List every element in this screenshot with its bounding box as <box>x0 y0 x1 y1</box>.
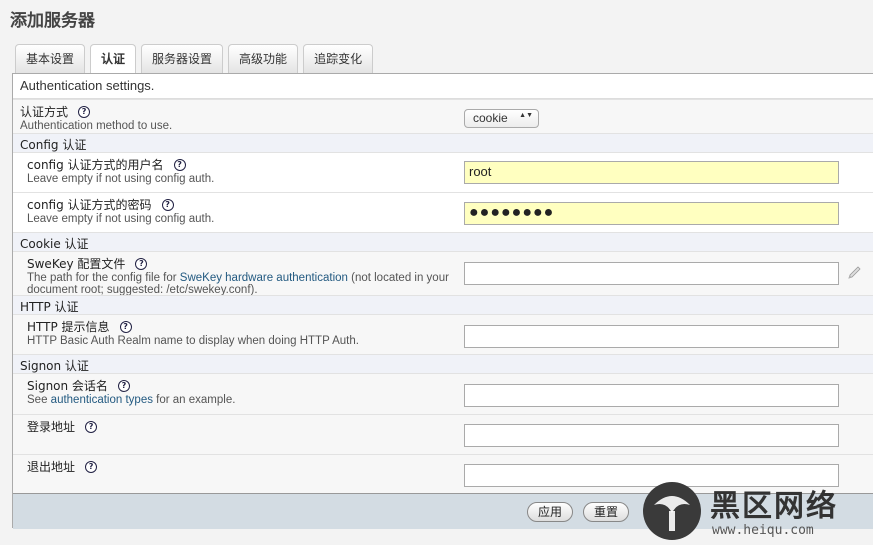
group-cookie: Cookie 认证 <box>13 232 873 251</box>
help-icon[interactable]: ? <box>78 105 91 118</box>
login-url-row: 登录地址? <box>13 414 873 454</box>
auth-type-title: 认证方式 <box>20 105 69 119</box>
swekey-input[interactable] <box>464 262 839 285</box>
signon-session-row: Signon 会话名? See authentication types for… <box>13 373 873 414</box>
logout-url-title: 退出地址 <box>27 460 76 474</box>
help-icon[interactable]: ? <box>173 158 186 171</box>
tab-bar: 基本设置 认证 服务器设置 高级功能 追踪变化 <box>15 44 378 74</box>
auth-type-row: 认证方式? Authentication method to use. cook… <box>13 99 873 133</box>
http-realm-title: HTTP 提示信息 <box>27 320 110 334</box>
config-user-input[interactable]: root <box>464 161 839 184</box>
panel-description: Authentication settings. <box>13 74 873 99</box>
tab-advanced[interactable]: 高级功能 <box>228 44 299 73</box>
group-http: HTTP 认证 <box>13 295 873 314</box>
watermark: 黑区网络 www.heiqu.com <box>640 477 873 545</box>
auth-type-value: cookie <box>473 111 508 125</box>
apply-button[interactable]: 应用 <box>527 502 574 522</box>
help-icon[interactable]: ? <box>85 460 98 473</box>
watermark-url: www.heiqu.com <box>712 523 814 538</box>
swekey-desc: The path for the config file for SweKey … <box>27 272 449 296</box>
help-icon[interactable]: ? <box>117 379 130 392</box>
help-icon[interactable]: ? <box>85 420 98 433</box>
config-password-row: config 认证方式的密码? Leave empty if not using… <box>13 192 873 234</box>
page-title: 添加服务器 <box>10 11 95 31</box>
login-url-title: 登录地址 <box>27 420 76 434</box>
auth-settings-panel: Authentication settings. 认证方式? Authentic… <box>12 73 873 529</box>
auth-type-select[interactable]: cookie ▲▼ <box>464 109 539 128</box>
swekey-link[interactable]: SweKey hardware authentication <box>180 272 348 284</box>
signon-session-desc: See authentication types for an example. <box>27 394 236 406</box>
pencil-icon[interactable] <box>846 264 864 282</box>
help-icon[interactable]: ? <box>161 198 174 211</box>
config-password-input[interactable]: ●●●●●●●● <box>464 202 839 225</box>
http-realm-row: HTTP 提示信息? HTTP Basic Auth Realm name to… <box>13 314 873 354</box>
signon-session-title: Signon 会话名 <box>27 379 108 393</box>
tab-basic-settings[interactable]: 基本设置 <box>15 44 86 73</box>
tab-server-settings[interactable]: 服务器设置 <box>141 44 224 73</box>
auth-types-link[interactable]: authentication types <box>51 394 153 406</box>
help-icon[interactable]: ? <box>135 257 148 270</box>
config-password-desc: Leave empty if not using config auth. <box>27 213 215 225</box>
watermark-text: 黑区网络 <box>710 489 838 524</box>
login-url-input[interactable] <box>464 424 839 447</box>
http-realm-input[interactable] <box>464 325 839 348</box>
group-signon: Signon 认证 <box>13 354 873 373</box>
signon-session-input[interactable] <box>464 384 839 407</box>
config-user-desc: Leave empty if not using config auth. <box>27 173 215 185</box>
select-arrows-icon: ▲▼ <box>519 112 533 119</box>
http-realm-desc: HTTP Basic Auth Realm name to display wh… <box>27 335 359 347</box>
reset-button[interactable]: 重置 <box>583 502 630 522</box>
config-user-title: config 认证方式的用户名 <box>27 158 164 172</box>
auth-type-desc: Authentication method to use. <box>20 120 173 132</box>
swekey-row: SweKey 配置文件? The path for the config fil… <box>13 251 873 296</box>
tab-tracking[interactable]: 追踪变化 <box>303 44 374 73</box>
tab-authentication[interactable]: 认证 <box>90 44 137 74</box>
config-user-row: config 认证方式的用户名? Leave empty if not usin… <box>13 152 873 192</box>
help-icon[interactable]: ? <box>119 320 132 333</box>
watermark-logo-icon <box>643 482 701 540</box>
config-password-title: config 认证方式的密码 <box>27 198 152 212</box>
swekey-title: SweKey 配置文件 <box>27 257 126 271</box>
group-config: Config 认证 <box>13 133 873 152</box>
